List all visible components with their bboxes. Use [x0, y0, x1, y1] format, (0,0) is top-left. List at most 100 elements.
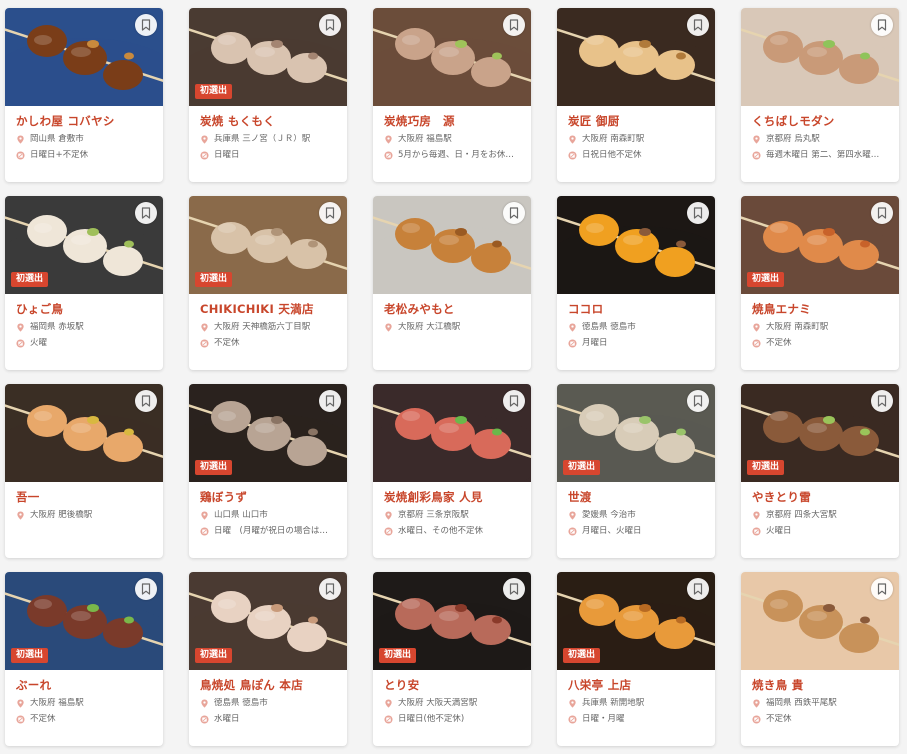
restaurant-name[interactable]: くちばしモダン [752, 114, 889, 128]
bookmark-button[interactable] [503, 202, 525, 224]
bookmark-button[interactable] [871, 578, 893, 600]
restaurant-holiday: 不定休 [16, 714, 153, 725]
restaurant-photo[interactable] [373, 8, 531, 106]
restaurant-photo[interactable]: 初選出 [189, 8, 347, 106]
bookmark-button[interactable] [871, 202, 893, 224]
restaurant-location: 岡山県 倉敷市 [16, 134, 153, 145]
restaurant-photo[interactable] [557, 8, 715, 106]
bookmark-icon [325, 19, 335, 31]
restaurant-name[interactable]: 炭匠 御厨 [568, 114, 705, 128]
restaurant-name[interactable]: 世渡 [568, 490, 705, 504]
closed-day-icon [568, 715, 577, 724]
restaurant-photo[interactable] [373, 384, 531, 482]
restaurant-name[interactable]: 炭焼巧房 源 [384, 114, 521, 128]
restaurant-card[interactable]: くちばしモダン 京都府 烏丸駅 毎週木曜日 第二、第四水曜… [741, 8, 899, 182]
restaurant-name[interactable]: 炭焼創彩鳥家 人見 [384, 490, 521, 504]
bookmark-button[interactable] [135, 578, 157, 600]
restaurant-photo[interactable]: 初選出 [741, 196, 899, 294]
restaurant-photo[interactable]: 初選出 [5, 196, 163, 294]
first-selected-badge: 初選出 [195, 84, 233, 99]
restaurant-name[interactable]: 鶏ぼうず [200, 490, 337, 504]
restaurant-name[interactable]: 炭焼 もくもく [200, 114, 337, 128]
restaurant-photo[interactable] [557, 196, 715, 294]
restaurant-card[interactable]: 初選出 鳥焼処 鳥ぽん 本店 徳島県 徳島市 水曜日 [189, 572, 347, 746]
restaurant-card[interactable]: 初選出 CHIKICHIKI 天満店 大阪府 天神橋筋六丁目駅 不定休 [189, 196, 347, 370]
location-text: 兵庫県 新開地駅 [582, 698, 645, 708]
restaurant-card[interactable]: 初選出 世渡 愛媛県 今治市 月曜日、火曜日 [557, 384, 715, 558]
bookmark-button[interactable] [871, 390, 893, 412]
bookmark-button[interactable] [135, 14, 157, 36]
restaurant-photo[interactable]: 初選出 [557, 384, 715, 482]
restaurant-photo[interactable] [5, 8, 163, 106]
restaurant-photo[interactable]: 初選出 [189, 384, 347, 482]
restaurant-info: 焼き鳥 貴 福岡県 西鉄平尾駅 不定休 [741, 670, 899, 730]
restaurant-card[interactable]: 初選出 焼鳥エナミ 大阪府 南森町駅 不定休 [741, 196, 899, 370]
restaurant-card[interactable]: 焼き鳥 貴 福岡県 西鉄平尾駅 不定休 [741, 572, 899, 746]
restaurant-photo[interactable]: 初選出 [373, 572, 531, 670]
restaurant-card[interactable]: 初選出 ひょご鳥 福岡県 赤坂駅 火曜 [5, 196, 163, 370]
restaurant-photo[interactable]: 初選出 [189, 572, 347, 670]
restaurant-name[interactable]: 吾一 [16, 490, 153, 504]
restaurant-name[interactable]: とり安 [384, 678, 521, 692]
restaurant-info: 老松みやもと 大阪府 大江橋駅 [373, 294, 531, 338]
bookmark-button[interactable] [687, 202, 709, 224]
restaurant-card[interactable]: 吾一 大阪府 肥後橋駅 [5, 384, 163, 558]
restaurant-photo[interactable]: 初選出 [741, 384, 899, 482]
bookmark-button[interactable] [319, 202, 341, 224]
restaurant-card[interactable]: ココロ 徳島県 徳島市 月曜日 [557, 196, 715, 370]
restaurant-name[interactable]: ひょご鳥 [16, 302, 153, 316]
bookmark-button[interactable] [319, 14, 341, 36]
restaurant-name[interactable]: CHIKICHIKI 天満店 [200, 302, 337, 316]
restaurant-name[interactable]: かしわ屋 コバヤシ [16, 114, 153, 128]
restaurant-name[interactable]: 老松みやもと [384, 302, 521, 316]
holiday-text: 日曜日(他不定休) [398, 714, 465, 724]
bookmark-icon [693, 19, 703, 31]
bookmark-button[interactable] [871, 14, 893, 36]
restaurant-name[interactable]: 焼鳥エナミ [752, 302, 889, 316]
location-text: 大阪府 南森町駅 [582, 134, 645, 144]
bookmark-button[interactable] [319, 578, 341, 600]
bookmark-button[interactable] [135, 390, 157, 412]
bookmark-button[interactable] [503, 14, 525, 36]
restaurant-card[interactable]: 初選出 八栄亭 上店 兵庫県 新開地駅 日曜・月曜 [557, 572, 715, 746]
restaurant-name[interactable]: 鳥焼処 鳥ぽん 本店 [200, 678, 337, 692]
restaurant-name[interactable]: ぶーれ [16, 678, 153, 692]
restaurant-card[interactable]: 初選出 やきとり雷 京都府 四条大宮駅 火曜日 [741, 384, 899, 558]
restaurant-name[interactable]: ココロ [568, 302, 705, 316]
restaurant-photo[interactable]: 初選出 [189, 196, 347, 294]
bookmark-button[interactable] [503, 578, 525, 600]
restaurant-card[interactable]: 初選出 鶏ぼうず 山口県 山口市 日曜 (月曜が祝日の場合は… [189, 384, 347, 558]
bookmark-button[interactable] [135, 202, 157, 224]
restaurant-photo[interactable]: 初選出 [557, 572, 715, 670]
restaurant-card[interactable]: 老松みやもと 大阪府 大江橋駅 [373, 196, 531, 370]
restaurant-photo[interactable] [741, 8, 899, 106]
bookmark-button[interactable] [503, 390, 525, 412]
restaurant-card[interactable]: 初選出 炭焼 もくもく 兵庫県 三ノ宮（ＪＲ）駅 日曜日 [189, 8, 347, 182]
restaurant-card[interactable]: 炭匠 御厨 大阪府 南森町駅 日祝日他不定休 [557, 8, 715, 182]
restaurant-name[interactable]: やきとり雷 [752, 490, 889, 504]
restaurant-photo[interactable] [5, 384, 163, 482]
restaurant-card[interactable]: 炭焼創彩鳥家 人見 京都府 三条京阪駅 水曜日、その他不定休 [373, 384, 531, 558]
restaurant-card[interactable]: 炭焼巧房 源 大阪府 福島駅 5月から毎週、日・月をお休… [373, 8, 531, 182]
map-pin-icon [385, 511, 392, 520]
restaurant-photo[interactable] [373, 196, 531, 294]
restaurant-photo[interactable] [741, 572, 899, 670]
bookmark-icon [877, 395, 887, 407]
restaurant-card[interactable]: 初選出 ぶーれ 大阪府 福島駅 不定休 [5, 572, 163, 746]
restaurant-holiday: 日祝日他不定休 [568, 150, 705, 161]
location-text: 福岡県 赤坂駅 [30, 322, 84, 332]
bookmark-button[interactable] [687, 14, 709, 36]
bookmark-button[interactable] [319, 390, 341, 412]
closed-day-icon [200, 339, 209, 348]
bookmark-button[interactable] [687, 390, 709, 412]
restaurant-card[interactable]: 初選出 とり安 大阪府 大阪天満宮駅 日曜日(他不定休) [373, 572, 531, 746]
restaurant-holiday: 月曜日、火曜日 [568, 526, 705, 537]
location-text: 山口県 山口市 [214, 510, 268, 520]
restaurant-name[interactable]: 八栄亭 上店 [568, 678, 705, 692]
bookmark-icon [141, 19, 151, 31]
holiday-text: 不定休 [30, 714, 56, 724]
restaurant-card[interactable]: かしわ屋 コバヤシ 岡山県 倉敷市 日曜日+不定休 [5, 8, 163, 182]
restaurant-name[interactable]: 焼き鳥 貴 [752, 678, 889, 692]
restaurant-photo[interactable]: 初選出 [5, 572, 163, 670]
bookmark-button[interactable] [687, 578, 709, 600]
